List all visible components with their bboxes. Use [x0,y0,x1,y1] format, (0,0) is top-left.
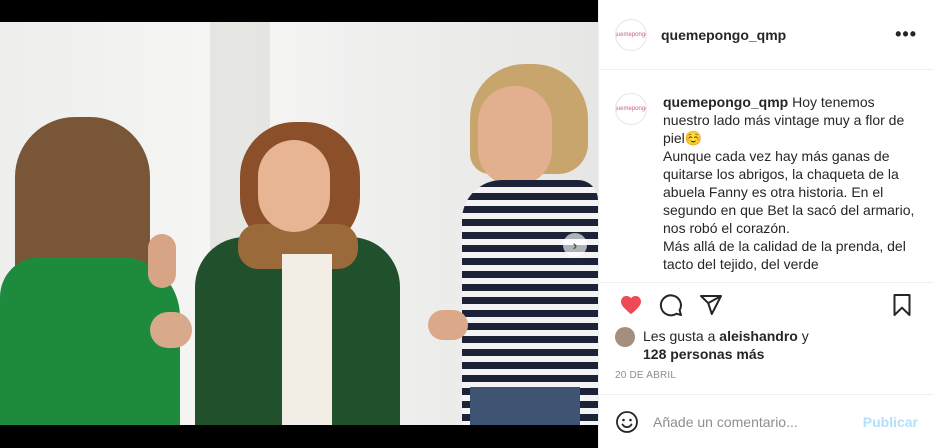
share-icon [700,294,722,315]
woman-center-white-shirt [282,254,332,425]
comment-icon [659,293,682,316]
liker-avatar[interactable] [615,327,635,347]
header-username[interactable]: quemepongo_qmp [661,27,786,43]
publish-button[interactable]: Publicar [863,414,918,430]
avatar[interactable]: quemepongo [615,18,647,51]
comment-button[interactable] [651,285,691,325]
caption-username[interactable]: quemepongo_qmp [663,94,788,110]
comment-input[interactable] [653,413,853,430]
caption-line-3: Más allá de la calidad de la prenda, del… [663,238,906,272]
caption-avatar-logo-text: quemepongo [615,106,647,112]
woman-left-hand [150,312,192,348]
caption-avatar[interactable]: quemepongo [615,93,647,125]
action-bar [599,282,933,326]
caption-text: quemepongo_qmp Hoy tenemos nuestro lado … [663,93,918,281]
save-button[interactable] [882,285,922,325]
liker-username[interactable]: aleishandro [719,328,798,344]
like-button[interactable] [611,285,651,325]
woman-center-face [258,140,330,232]
woman-left-raised-hand [148,234,176,288]
woman-right-jeans [470,387,580,425]
chevron-right-icon: › [572,237,578,253]
emoji-icon[interactable] [615,410,639,434]
post-date[interactable]: 20 DE ABRIL [615,370,676,381]
likes-prefix: Les gusta a [643,328,720,344]
post-photo[interactable]: › [0,22,598,425]
likes-summary: Les gusta a aleishandro y 128 personas m… [615,327,809,363]
post-header: quemepongo quemepongo_qmp ••• [599,0,933,70]
avatar-logo-text: quemepongo [615,31,647,38]
caption: quemepongo quemepongo_qmp Hoy tenemos nu… [599,71,933,281]
comment-bar: Publicar [599,394,933,448]
heart-icon [621,295,641,314]
next-photo-button[interactable]: › [563,233,587,257]
caption-line-2: Aunque cada vez hay más ganas de quitars… [663,148,915,236]
more-icon[interactable]: ••• [895,24,917,45]
likes-others-link[interactable]: 128 personas más [643,346,764,362]
likes-suffix: y [797,328,809,344]
share-button[interactable] [691,285,731,325]
woman-right-face [478,86,552,186]
likes-text: Les gusta a aleishandro y 128 personas m… [643,327,809,363]
bookmark-icon [893,293,911,316]
woman-right-hand [428,310,468,340]
post-sidebar: quemepongo quemepongo_qmp ••• quemepongo… [598,0,933,448]
